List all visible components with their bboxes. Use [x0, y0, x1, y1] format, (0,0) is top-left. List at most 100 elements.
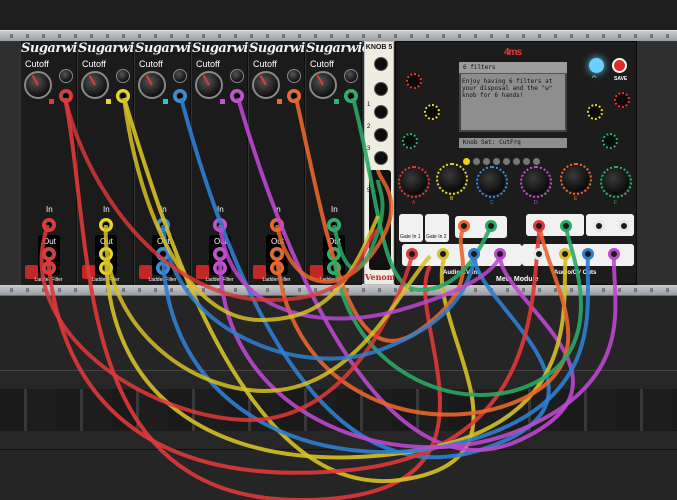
in-label: In	[274, 205, 281, 214]
in-label: In	[160, 205, 167, 214]
in-jack[interactable]	[42, 218, 56, 232]
cutoff-label: Cutoff	[310, 59, 334, 69]
cable-end-green-out[interactable]	[560, 220, 572, 232]
out-jack-2[interactable]	[42, 261, 56, 275]
in-jack[interactable]	[270, 218, 284, 232]
filter-footer: Ladder Filter	[262, 277, 291, 283]
meta-blue-button[interactable]	[589, 58, 604, 73]
cable-end-yellow-in[interactable]	[437, 248, 449, 260]
status-light	[163, 99, 168, 104]
cutoff-label: Cutoff	[82, 59, 106, 69]
cutoff-knob[interactable]	[24, 71, 52, 99]
out-jack-1[interactable]	[99, 247, 113, 261]
in-jack[interactable]	[99, 218, 113, 232]
small-knob-y[interactable]	[587, 104, 603, 120]
small-knob-u[interactable]	[406, 73, 422, 89]
big-knob-d[interactable]	[520, 166, 552, 198]
filter-brand: Sugarwice	[135, 41, 207, 56]
save-button[interactable]	[612, 58, 627, 73]
cutoff-label: Cutoff	[253, 59, 277, 69]
big-knob-c[interactable]	[476, 166, 508, 198]
meta-module: 4ms SAVE ◠ 6 filters Enjoy having 6 filt…	[395, 41, 637, 285]
filter-footer: Ladder Filter	[319, 277, 348, 283]
out-jack-2[interactable]	[270, 261, 284, 275]
page-dot-4[interactable]	[493, 158, 500, 165]
resonance-knob[interactable]	[344, 69, 358, 83]
meta-knob-set: Knob Set: CutFrq	[459, 138, 567, 148]
page-dot-1[interactable]	[463, 158, 470, 165]
in-jack[interactable]	[327, 218, 341, 232]
filter-brand: Sugarwice	[21, 41, 93, 56]
resonance-knob[interactable]	[116, 69, 130, 83]
resonance-knob[interactable]	[287, 69, 301, 83]
cable-end-green-in[interactable]	[485, 220, 497, 232]
cv-jack[interactable]	[59, 89, 73, 103]
big-knob-e[interactable]	[560, 163, 592, 195]
page-dot-7[interactable]	[523, 158, 530, 165]
filter-module-2: Sugarwice Cutoff In Out Ladder Filter	[77, 41, 150, 285]
page-dot-6[interactable]	[513, 158, 520, 165]
knob5-knob-2[interactable]	[374, 82, 388, 96]
in-label: In	[331, 205, 338, 214]
resonance-knob[interactable]	[59, 69, 73, 83]
cable-end-white-out-3[interactable]	[533, 248, 545, 260]
rack-side-left	[0, 41, 20, 285]
out-jack-1[interactable]	[156, 247, 170, 261]
page-dot-5[interactable]	[503, 158, 510, 165]
cable-end-red-out[interactable]	[533, 220, 545, 232]
filter-module-6: Sugarwice Cutoff In Out Ladder Filter	[305, 41, 378, 285]
knob5-knob-3[interactable]	[374, 105, 388, 119]
out-jack-1[interactable]	[42, 247, 56, 261]
in-jack[interactable]	[213, 218, 227, 232]
resonance-knob[interactable]	[230, 69, 244, 83]
in-jack[interactable]	[156, 218, 170, 232]
page-dot-8[interactable]	[533, 158, 540, 165]
cable-end-white-out-1[interactable]	[593, 220, 605, 232]
out-jack-1[interactable]	[213, 247, 227, 261]
resonance-knob[interactable]	[173, 69, 187, 83]
big-knob-f[interactable]	[600, 166, 632, 198]
out-jack-2[interactable]	[213, 261, 227, 275]
big-knob-a[interactable]	[398, 166, 430, 198]
big-knob-label-e: E	[574, 196, 578, 202]
out-jack-2[interactable]	[99, 261, 113, 275]
knob5-title: KNOB 5	[365, 44, 393, 51]
cable-end-yellow-out[interactable]	[559, 248, 571, 260]
cable-end-blue-in[interactable]	[468, 248, 480, 260]
meta-module-label: Meta Module	[496, 276, 539, 283]
small-knob-x[interactable]	[602, 133, 618, 149]
cutoff-knob[interactable]	[252, 71, 280, 99]
cutoff-label: Cutoff	[196, 59, 220, 69]
filter-module-4: Sugarwice Cutoff In Out Ladder Filter	[191, 41, 264, 285]
cable-end-blue-out[interactable]	[582, 248, 594, 260]
cable-end-purple-in[interactable]	[494, 248, 506, 260]
out-jack-1[interactable]	[270, 247, 284, 261]
cv-jack[interactable]	[173, 89, 187, 103]
cv-jack[interactable]	[116, 89, 130, 103]
cable-end-purple-out[interactable]	[608, 248, 620, 260]
knob5-knob-1[interactable]	[374, 57, 388, 71]
small-knob-w[interactable]	[402, 133, 418, 149]
cable-end-white-out-2[interactable]	[618, 220, 630, 232]
cv-jack[interactable]	[344, 89, 358, 103]
cv-jack[interactable]	[287, 89, 301, 103]
cutoff-knob[interactable]	[81, 71, 109, 99]
out-jack-1[interactable]	[327, 247, 341, 261]
small-knob-v[interactable]	[424, 104, 440, 120]
out-jack-2[interactable]	[327, 261, 341, 275]
cv-jack[interactable]	[230, 89, 244, 103]
out-jack-2[interactable]	[156, 261, 170, 275]
cutoff-knob[interactable]	[195, 71, 223, 99]
cable-end-red-in[interactable]	[406, 248, 418, 260]
knob5-knob-5[interactable]	[374, 151, 388, 165]
big-knob-label-f: F	[614, 200, 618, 206]
knob5-knob-4[interactable]	[374, 128, 388, 142]
page-dot-3[interactable]	[483, 158, 490, 165]
cutoff-knob[interactable]	[138, 71, 166, 99]
page-dot-2[interactable]	[473, 158, 480, 165]
filter-brand: Sugarwice	[306, 41, 378, 56]
cable-end-orange-in[interactable]	[458, 220, 470, 232]
cutoff-knob[interactable]	[309, 71, 337, 99]
big-knob-b[interactable]	[436, 163, 468, 195]
small-knob-z[interactable]	[614, 92, 630, 108]
